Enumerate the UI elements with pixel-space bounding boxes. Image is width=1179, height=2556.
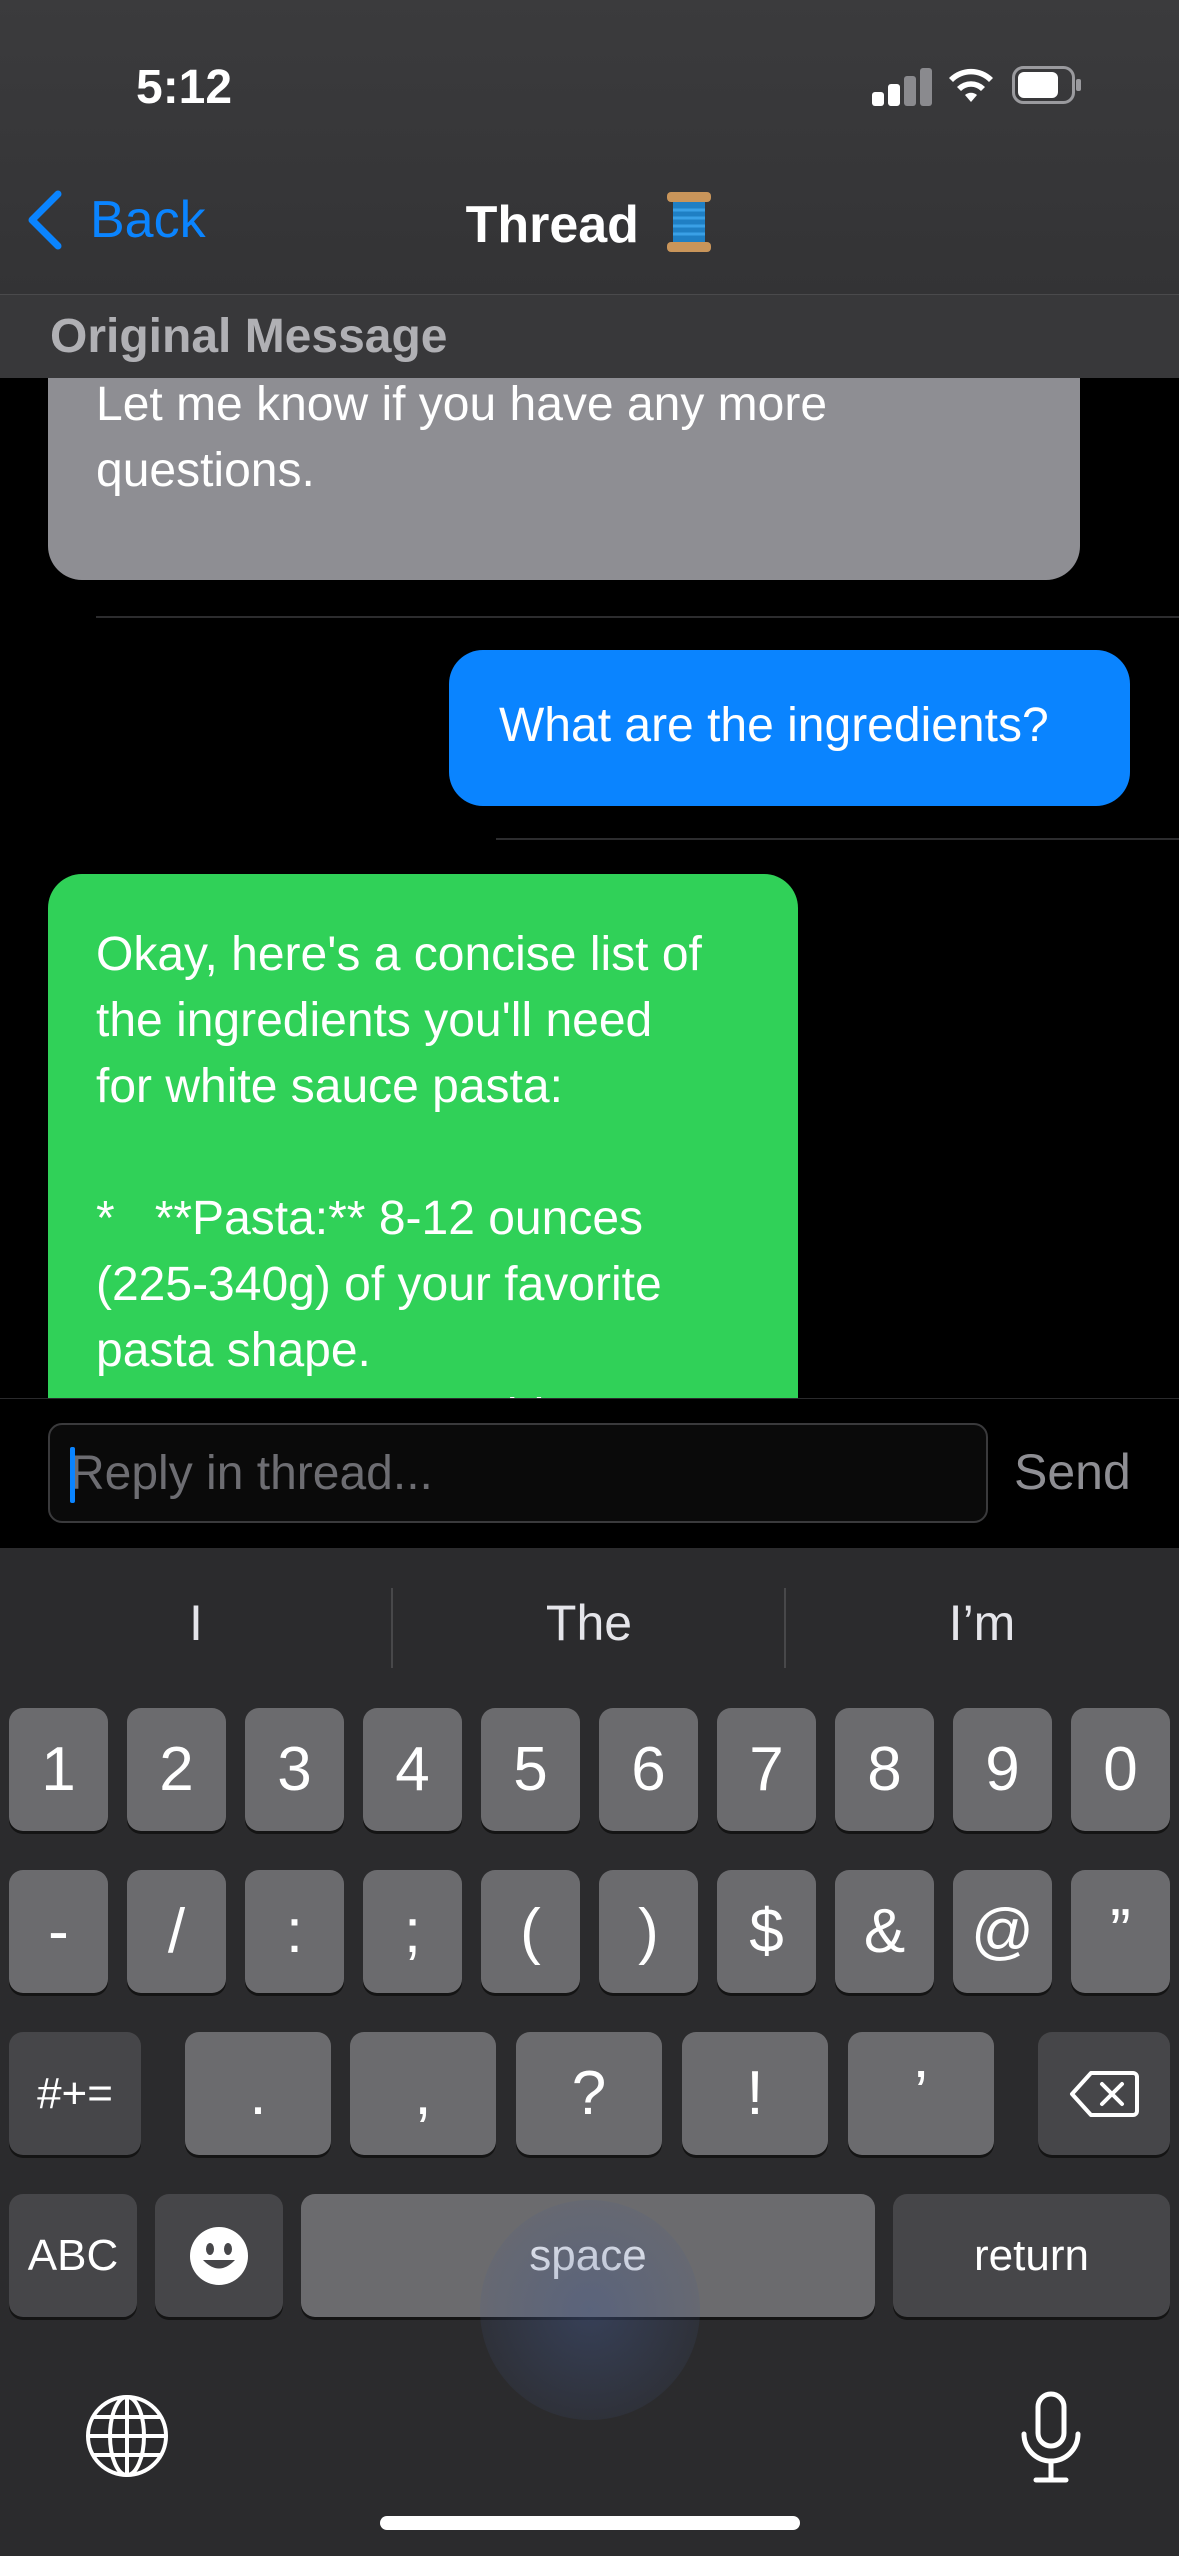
key-colon[interactable]: : [245, 1870, 344, 1993]
key-apostrophe[interactable]: ’ [848, 2032, 994, 2155]
top-bar: 5:12 Back Thread [0, 0, 1179, 294]
cellular-signal-icon [872, 66, 932, 106]
original-message-header: Original Message [0, 294, 1179, 379]
message-bubble-previous: Let me know if you have any more questio… [48, 378, 1080, 580]
key-4[interactable]: 4 [363, 1708, 462, 1831]
message-bubble-user: What are the ingredients? [449, 650, 1130, 806]
key-0[interactable]: 0 [1071, 1708, 1170, 1831]
microphone-icon[interactable] [1018, 2390, 1084, 2486]
status-time: 5:12 [136, 61, 233, 114]
key-9[interactable]: 9 [953, 1708, 1052, 1831]
key-1[interactable]: 1 [9, 1708, 108, 1831]
text-cursor [70, 1447, 75, 1503]
message-bubble-assistant: Okay, here's a concise list of the ingre… [48, 874, 798, 1398]
key-7[interactable]: 7 [717, 1708, 816, 1831]
key-2[interactable]: 2 [127, 1708, 226, 1831]
key-period[interactable]: . [185, 2032, 331, 2155]
key-5[interactable]: 5 [481, 1708, 580, 1831]
key-open-paren[interactable]: ( [481, 1870, 580, 1993]
key-ampersand[interactable]: & [835, 1870, 934, 1993]
home-indicator[interactable] [380, 2516, 800, 2530]
emoji-key[interactable] [155, 2194, 283, 2317]
delete-backspace-icon [1070, 2070, 1139, 2117]
key-question[interactable]: ? [516, 2032, 662, 2155]
battery-icon [1012, 66, 1081, 104]
wifi-icon [949, 68, 993, 102]
key-close-paren[interactable]: ) [599, 1870, 698, 1993]
key-at[interactable]: @ [953, 1870, 1052, 1993]
suggestion-3[interactable]: I’m [786, 1548, 1178, 1698]
send-button[interactable]: Send [1014, 1443, 1131, 1501]
key-comma[interactable]: , [350, 2032, 496, 2155]
return-key[interactable]: return [893, 2194, 1170, 2317]
thread-messages[interactable]: Let me know if you have any more questio… [0, 378, 1179, 1398]
key-slash[interactable]: / [127, 1870, 226, 1993]
key-quote[interactable]: ” [1071, 1870, 1170, 1993]
page-title: Thread [0, 190, 1179, 255]
key-8[interactable]: 8 [835, 1708, 934, 1831]
globe-icon[interactable] [84, 2393, 170, 2479]
abc-key[interactable]: ABC [9, 2194, 137, 2317]
divider [96, 616, 1179, 618]
dictation-glow [480, 2200, 700, 2420]
key-semicolon[interactable]: ; [363, 1870, 462, 1993]
suggestion-2[interactable]: The [393, 1548, 785, 1698]
reply-bar: Send [0, 1398, 1179, 1549]
key-hyphen[interactable]: - [9, 1870, 108, 1993]
key-dollar[interactable]: $ [717, 1870, 816, 1993]
original-message-label: Original Message [50, 310, 448, 363]
key-exclamation[interactable]: ! [682, 2032, 828, 2155]
spool-of-thread-icon [667, 192, 712, 252]
divider [496, 838, 1179, 840]
page-title-text: Thread [465, 196, 639, 254]
key-3[interactable]: 3 [245, 1708, 344, 1831]
symbols-mode-key[interactable]: #+= [9, 2032, 141, 2155]
reply-input[interactable] [48, 1423, 988, 1523]
delete-key[interactable] [1038, 2032, 1170, 2155]
emoji-icon [190, 2226, 248, 2285]
key-6[interactable]: 6 [599, 1708, 698, 1831]
suggestion-1[interactable]: I [0, 1548, 392, 1698]
